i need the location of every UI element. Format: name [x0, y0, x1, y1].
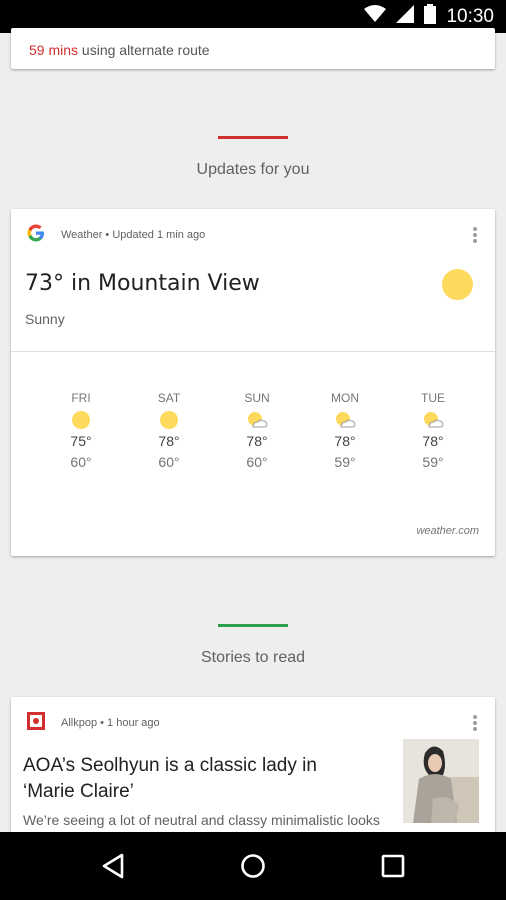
forecast-high: 78° [158, 433, 180, 449]
forecast-day: FRI 75° 60° [37, 391, 125, 474]
forecast-row: FRI 75° 60° SAT 78° 60° SUN 78° 60° MON … [37, 391, 483, 474]
partly-cloudy-icon [336, 412, 356, 428]
sun-icon [72, 411, 90, 429]
recents-icon[interactable] [377, 850, 409, 882]
more-options-icon[interactable] [471, 715, 479, 733]
forecast-high: 78° [246, 433, 268, 449]
forecast-low: 60° [70, 454, 92, 470]
google-logo-icon [27, 224, 45, 247]
forecast-day-name: MON [331, 391, 359, 405]
forecast-day-name: SUN [244, 391, 270, 405]
back-icon[interactable] [97, 850, 129, 882]
story-thumbnail[interactable] [403, 739, 479, 823]
sun-icon [160, 411, 178, 429]
allkpop-logo-icon [27, 711, 45, 735]
weather-attribution-link[interactable]: weather.com [416, 525, 479, 537]
forecast-day-name: TUE [421, 391, 445, 405]
forecast-day-name: SAT [157, 391, 181, 405]
wifi-icon [364, 5, 387, 28]
stories-section-title: Stories to read [200, 649, 306, 666]
traffic-line: 59 mins using alternate route [29, 42, 210, 58]
forecast-high: 75° [70, 433, 92, 449]
more-options-icon[interactable] [471, 227, 479, 245]
battery-icon [424, 4, 437, 29]
forecast-low: 59° [334, 454, 356, 470]
updates-rule [218, 136, 288, 139]
story-card[interactable]: Allkpop • 1 hour ago AOA’s Seolhyun is a… [11, 697, 495, 847]
weather-source: Weather • Updated 1 min ago [61, 229, 206, 241]
forecast-high: 78° [422, 433, 444, 449]
forecast-low: 60° [246, 454, 268, 470]
forecast-day: SAT 78° 60° [125, 391, 213, 474]
story-source: Allkpop • 1 hour ago [61, 717, 160, 729]
clock: 10:30 [446, 5, 494, 27]
weather-card-header: Weather • Updated 1 min ago [27, 224, 479, 247]
forecast-low: 60° [158, 454, 180, 470]
partly-cloudy-icon [248, 412, 268, 428]
weather-card[interactable]: Weather • Updated 1 min ago 73° in Mount… [11, 209, 495, 556]
divider [11, 351, 495, 352]
forecast-day: SUN 78° 60° [213, 391, 301, 474]
home-icon[interactable] [237, 850, 269, 882]
traffic-route-text: using alternate route [78, 42, 210, 58]
story-card-header: Allkpop • 1 hour ago [27, 711, 479, 735]
story-snippet: We’re seeing a lot of neutral and classy… [23, 812, 380, 828]
forecast-day: TUE 78° 59° [389, 391, 477, 474]
forecast-day-name: FRI [71, 391, 91, 405]
sun-icon [442, 269, 473, 300]
forecast-day: MON 78° 59° [301, 391, 389, 474]
forecast-low: 59° [422, 454, 444, 470]
cell-signal-icon [396, 5, 415, 28]
weather-title: 73° in Mountain View [25, 271, 260, 296]
forecast-high: 78° [334, 433, 356, 449]
navigation-bar [0, 832, 506, 900]
partly-cloudy-icon [424, 412, 444, 428]
updates-section-title: Updates for you [196, 161, 310, 178]
traffic-minutes: 59 mins [29, 42, 79, 58]
weather-condition: Sunny [25, 311, 65, 327]
stories-rule [218, 624, 288, 627]
story-title[interactable]: AOA’s Seolhyun is a classic lady in ‘Mar… [23, 753, 343, 805]
traffic-card[interactable]: 59 mins using alternate route [11, 28, 495, 69]
